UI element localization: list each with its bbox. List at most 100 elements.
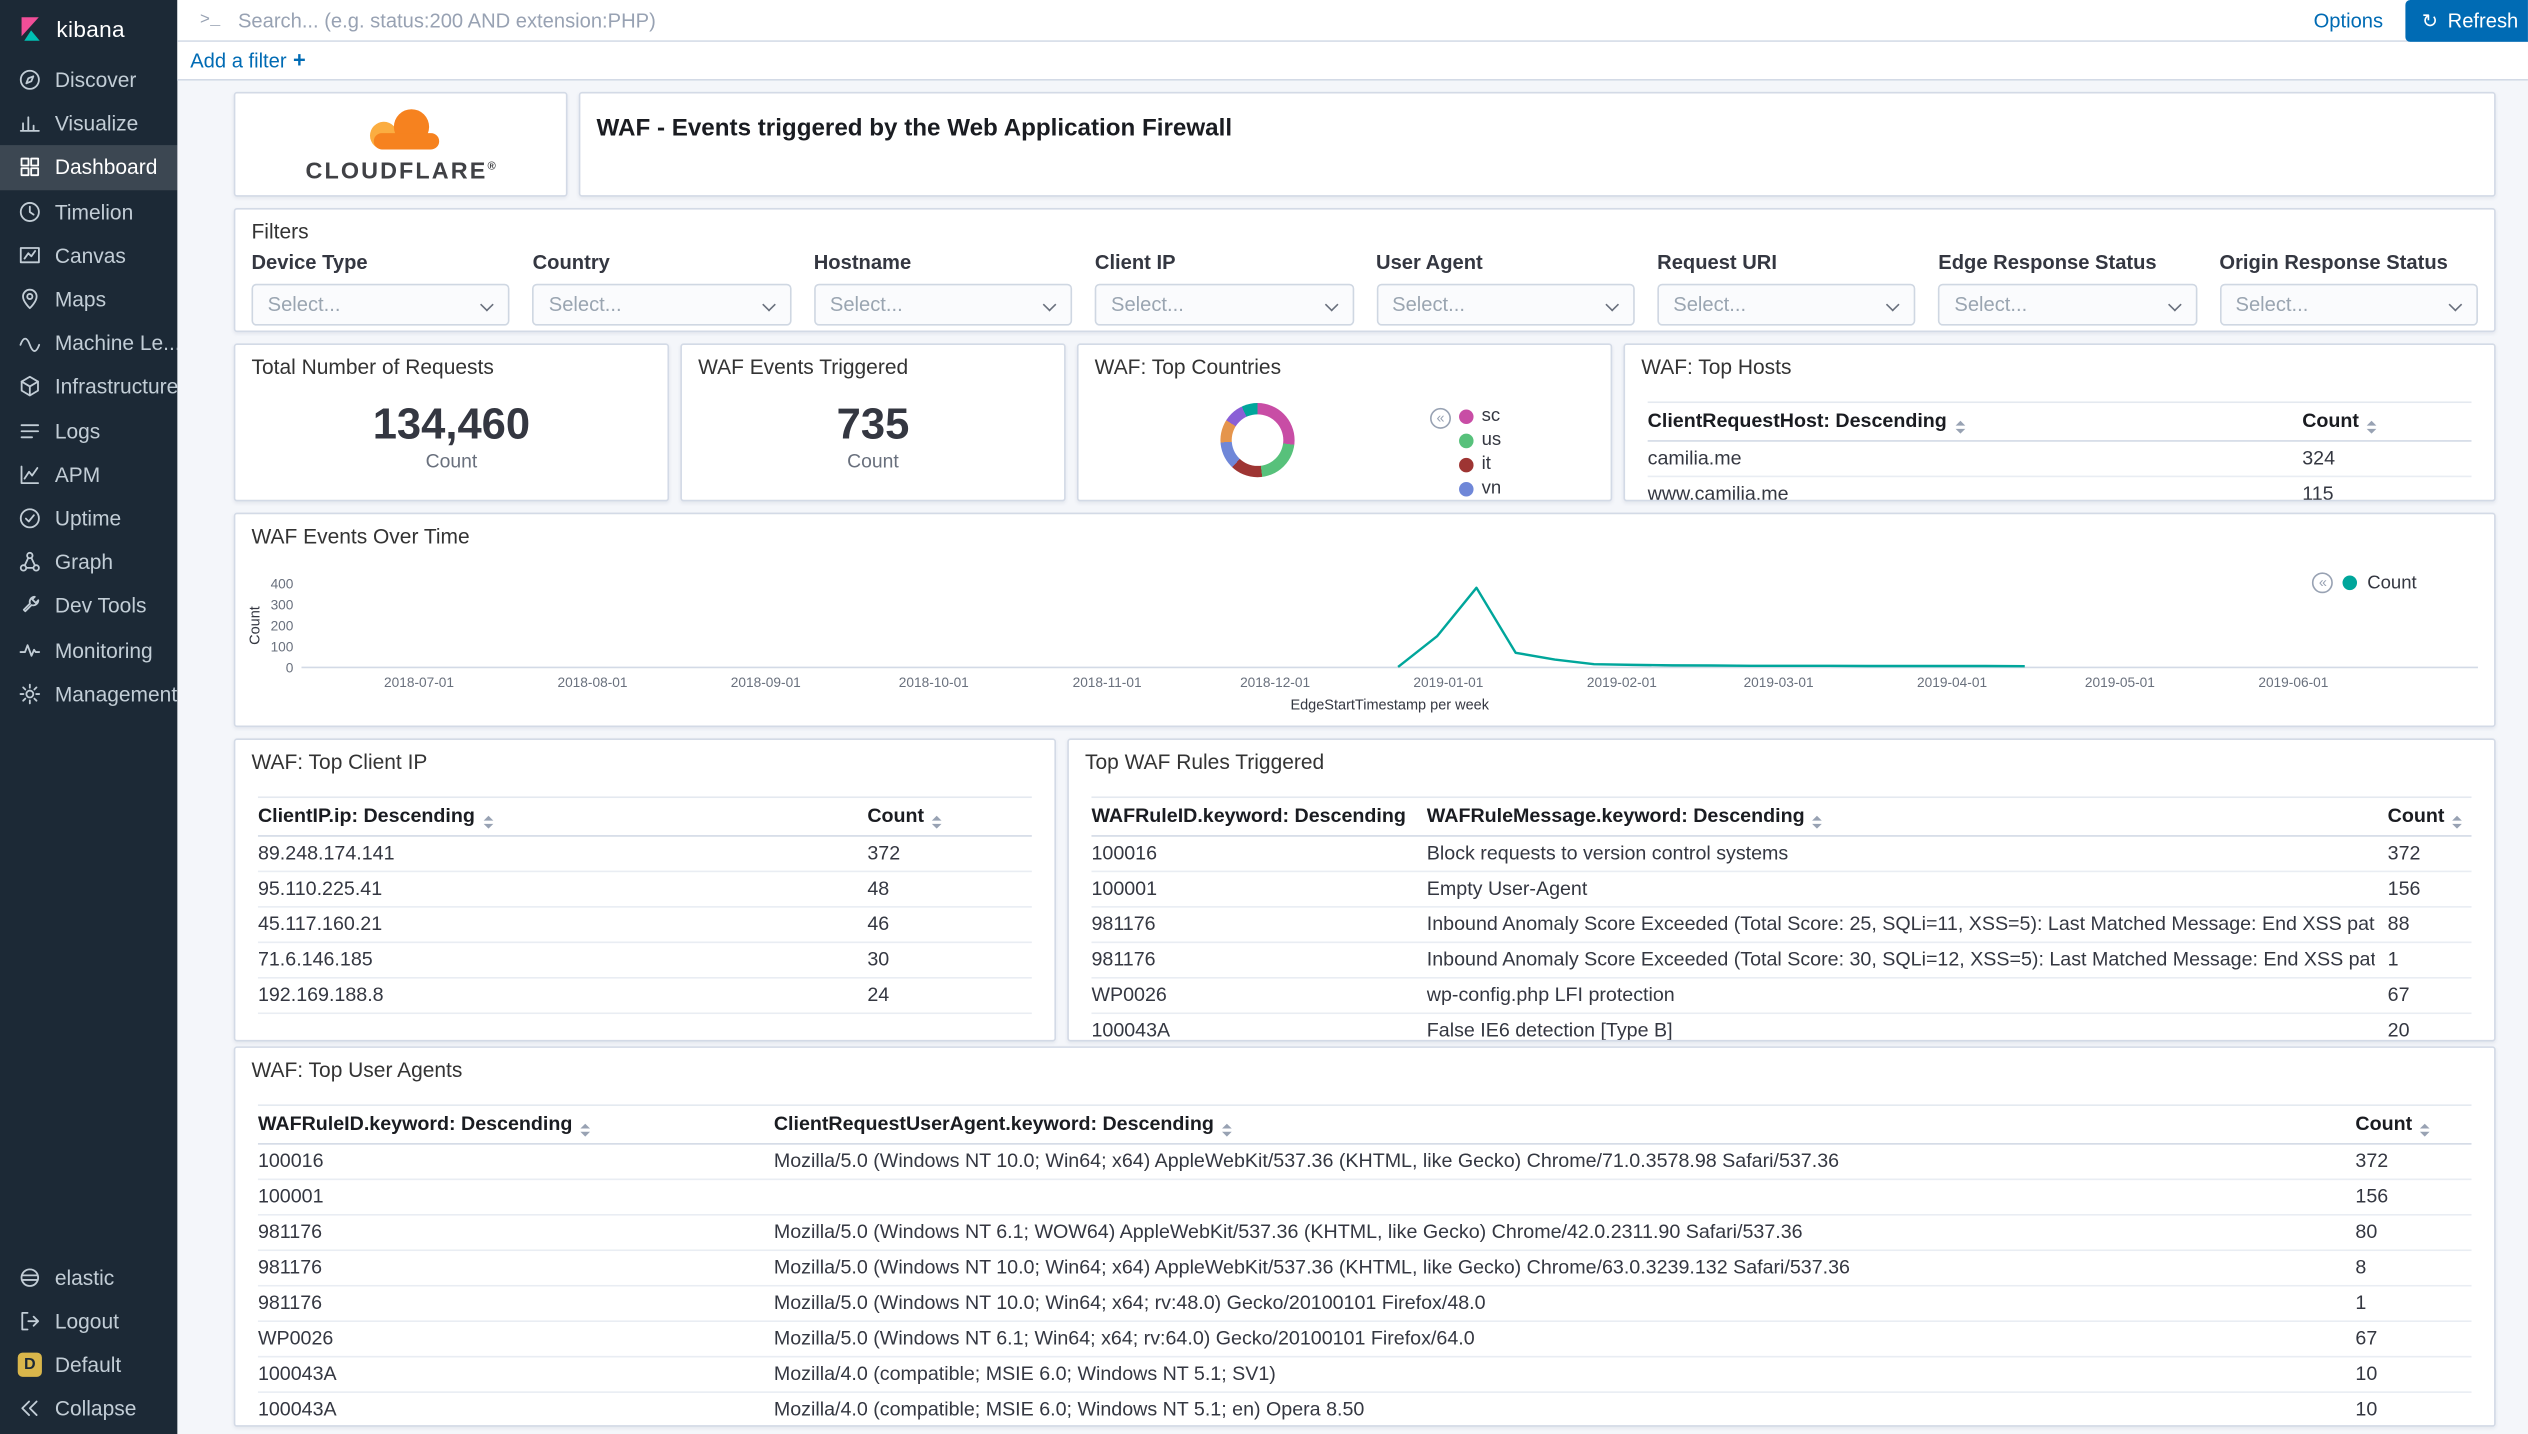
sort-icon (932, 816, 942, 828)
sidebar-item-label: Dev Tools (55, 594, 147, 618)
filter-label: Client IP (1095, 252, 1354, 275)
table-header-row: ClientRequestHost: Descending Count (1648, 401, 2472, 440)
query-bar: >_ Options ↻ Refresh (177, 0, 2528, 42)
column-header-count[interactable]: Count (867, 804, 1031, 827)
filter-select-hostname[interactable]: Select... (814, 284, 1073, 326)
column-header-count[interactable]: Count (2302, 409, 2471, 432)
sidebar-item-collapse[interactable]: Collapse (0, 1387, 177, 1431)
sidebar-item-infrastructure[interactable]: Infrastructure (0, 365, 177, 409)
sidebar-item-label: Uptime (55, 506, 121, 530)
top-hosts-table: ClientRequestHost: Descending Count camili… (1648, 401, 2472, 501)
legend-item-vn[interactable]: vn (1459, 479, 1501, 498)
panel-total-requests: Total Number of Requests 134,460 Count (234, 343, 669, 501)
table-cell: 100016 (258, 1149, 761, 1172)
table-row: WP0026Mozilla/5.0 (Windows NT 6.1; Win64… (258, 1321, 2472, 1356)
space-avatar-icon: D (18, 1353, 42, 1377)
sidebar-item-canvas[interactable]: Canvas (0, 233, 177, 277)
column-header-wafrulemessage-keyword-descending[interactable]: WAFRuleMessage.keyword: Descending (1427, 804, 2375, 827)
column-header-clientrequesthost-descending[interactable]: ClientRequestHost: Descending (1648, 409, 2290, 432)
panel-title: WAF: Top Hosts (1641, 355, 2478, 379)
sidebar-item-devtools[interactable]: Dev Tools (0, 584, 177, 628)
sidebar-item-dashboard[interactable]: Dashboard (0, 146, 177, 190)
options-link[interactable]: Options (2314, 9, 2383, 32)
filter-select-origin-response-status[interactable]: Select... (2219, 284, 2478, 326)
add-filter-label: Add a filter (190, 49, 286, 72)
sidebar-item-elastic[interactable]: elastic (0, 1256, 177, 1300)
filter-select-request-uri[interactable]: Select... (1657, 284, 1916, 326)
sidebar-item-visualize[interactable]: Visualize (0, 102, 177, 146)
table-cell: 156 (2355, 1185, 2471, 1208)
legend-item-sc[interactable]: sc (1459, 406, 1501, 425)
sidebar-item-ml[interactable]: Machine Le... (0, 321, 177, 365)
kibana-logo[interactable]: kibana (0, 0, 177, 58)
top-waf-rules-table: WAFRuleID.keyword: Descending WAFRuleMess… (1091, 796, 2471, 1041)
table-cell: Mozilla/5.0 (Windows NT 10.0; Win64; x64… (774, 1149, 2343, 1172)
refresh-button[interactable]: ↻ Refresh (2406, 0, 2528, 41)
sidebar-item-graph[interactable]: Graph (0, 540, 177, 584)
main-area: >_ Options ↻ Refresh Add a filter + (177, 0, 2528, 1434)
search-input[interactable] (235, 7, 2291, 33)
legend-dot (1459, 409, 1474, 424)
sidebar-item-management[interactable]: Management (0, 672, 177, 716)
svg-text:2019-06-01: 2019-06-01 (2258, 675, 2328, 690)
sidebar-item-space[interactable]: DDefault (0, 1343, 177, 1387)
svg-text:2018-07-01: 2018-07-01 (384, 675, 454, 690)
column-header-clientrequestuseragent-keyword-descending[interactable]: ClientRequestUserAgent.keyword: Descendi… (774, 1112, 2343, 1135)
top-user-agents-table: WAFRuleID.keyword: Descending ClientReque… (258, 1104, 2472, 1426)
table-cell: Block requests to version control system… (1427, 842, 2375, 865)
table-cell: 30 (867, 948, 1031, 971)
panel-title: Top WAF Rules Triggered (1085, 750, 2478, 774)
legend-dot (1459, 481, 1474, 496)
filter-label: Device Type (252, 252, 511, 275)
sidebar-item-uptime[interactable]: Uptime (0, 496, 177, 540)
legend-item-it[interactable]: it (1459, 455, 1501, 474)
select-placeholder: Select... (1659, 285, 1914, 325)
top-client-ip-table: ClientIP.ip: DescendingCount89.248.174.1… (258, 796, 1032, 1013)
table-cell: 100043A (258, 1362, 761, 1385)
sidebar-item-discover[interactable]: Discover (0, 58, 177, 102)
table-cell: 100001 (258, 1185, 761, 1208)
filter-select-edge-response-status[interactable]: Select... (1938, 284, 2197, 326)
sidebar-item-apm[interactable]: APM (0, 453, 177, 497)
legend-collapse-icon[interactable]: « (1430, 408, 1451, 429)
table-cell: 981176 (1091, 948, 1413, 971)
sidebar-item-label: APM (55, 462, 100, 486)
column-header-count[interactable]: Count (2355, 1112, 2471, 1135)
panel-top-client-ip: WAF: Top Client IP ClientIP.ip: Descendi… (234, 738, 1056, 1041)
filter-select-device-type[interactable]: Select... (252, 284, 511, 326)
elastic-icon (18, 1265, 42, 1289)
column-header-count[interactable]: Count (2388, 804, 2472, 827)
table-cell: 192.169.188.8 (258, 983, 855, 1006)
column-header-clientip-ip-descending[interactable]: ClientIP.ip: Descending (258, 804, 855, 827)
table-cell: 981176 (1091, 913, 1413, 936)
column-header-wafruleid-keyword-descending[interactable]: WAFRuleID.keyword: Descending (1091, 804, 1413, 827)
filter-select-user-agent[interactable]: Select... (1376, 284, 1635, 326)
filter-field-origin-response-status: Origin Response StatusSelect... (2219, 252, 2478, 326)
waf-events-unit: Count (682, 450, 1064, 473)
table-cell: 100016 (1091, 842, 1413, 865)
sidebar-item-monitoring[interactable]: Monitoring (0, 628, 177, 672)
table-cell: Mozilla/5.0 (Windows NT 10.0; Win64; x64… (774, 1256, 2343, 1279)
total-requests-value: 134,460 (235, 400, 667, 448)
sidebar-item-timelion[interactable]: Timelion (0, 190, 177, 234)
svg-text:2019-04-01: 2019-04-01 (1917, 675, 1987, 690)
countries-donut-chart[interactable] (1220, 403, 1294, 477)
select-placeholder: Select... (1096, 285, 1351, 325)
sidebar-item-logout[interactable]: Logout (0, 1299, 177, 1343)
filter-select-client-ip[interactable]: Select... (1095, 284, 1354, 326)
add-filter-link[interactable]: Add a filter + (190, 48, 306, 72)
sort-icon (580, 1124, 590, 1136)
table-cell: 100043A (1091, 1019, 1413, 1042)
filter-select-country[interactable]: Select... (533, 284, 792, 326)
legend-item-us[interactable]: us (1459, 430, 1501, 449)
table-row: camilia.me324 (1648, 441, 2472, 476)
sidebar-item-logs[interactable]: Logs (0, 409, 177, 453)
table-row: 71.6.146.18530 (258, 942, 1032, 977)
sidebar-item-maps[interactable]: Maps (0, 277, 177, 321)
kibana-logo-text: kibana (56, 16, 124, 42)
filter-label: Request URI (1657, 252, 1916, 275)
column-header-wafruleid-keyword-descending[interactable]: WAFRuleID.keyword: Descending (258, 1112, 761, 1135)
events-line-chart[interactable]: 01002003004002018-07-012018-08-012018-09… (245, 542, 2486, 719)
countries-chart-body: « sc us it vn (1079, 345, 1611, 500)
maps-icon (18, 287, 42, 311)
